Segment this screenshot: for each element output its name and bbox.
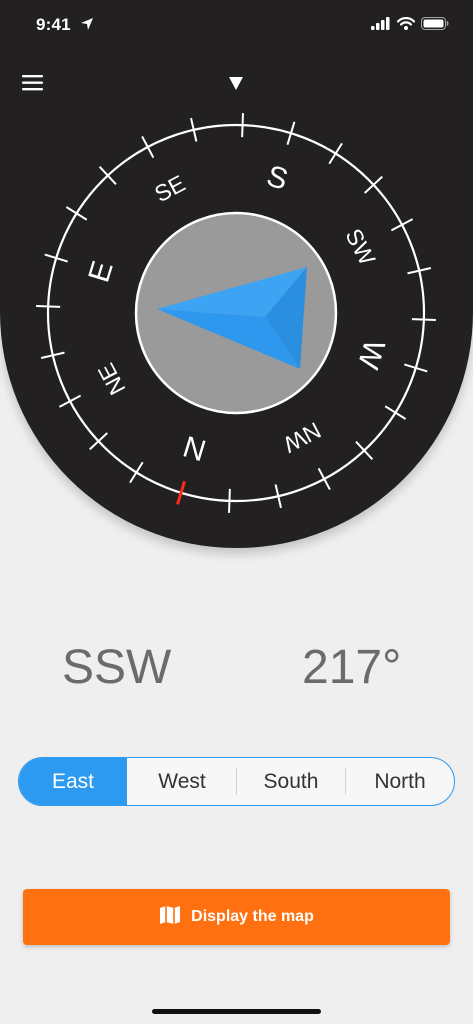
- dial-label-se: SE: [150, 170, 189, 207]
- dial-label-sw: SW: [340, 224, 380, 269]
- heading-degrees: 217°: [302, 641, 402, 694]
- segment-east[interactable]: East: [19, 758, 127, 805]
- map-icon: [159, 905, 181, 930]
- dial-tick: [384, 405, 407, 420]
- dial-label-nw: NW: [279, 417, 325, 458]
- dial-tick: [36, 305, 61, 308]
- dial-tick: [317, 467, 331, 491]
- dial-tick: [58, 394, 82, 408]
- dial-tick: [129, 461, 144, 484]
- dial-label-w: W: [351, 336, 391, 373]
- display-map-label: Display the map: [191, 908, 314, 925]
- direction-text: SSW: [62, 641, 172, 694]
- dial-tick: [228, 488, 231, 513]
- dial-label-n: N: [180, 429, 210, 467]
- direction-segmented-control: East West South North: [18, 757, 455, 806]
- dial-tick: [241, 113, 244, 138]
- segment-west[interactable]: West: [128, 758, 236, 805]
- segment-north[interactable]: North: [346, 758, 454, 805]
- segment-south[interactable]: South: [237, 758, 345, 805]
- dial-tick: [390, 218, 414, 232]
- dial-tick: [65, 206, 88, 221]
- dial-tick: [141, 135, 155, 159]
- dial-label-e: E: [82, 257, 119, 286]
- display-map-button[interactable]: Display the map: [23, 889, 450, 945]
- home-indicator: [152, 1009, 321, 1014]
- compass-dial: NESWNESESWNW: [36, 113, 436, 513]
- dial-tick: [328, 142, 343, 165]
- dial-label-s: S: [263, 159, 292, 196]
- dial-label-ne: NE: [93, 359, 131, 399]
- dial-tick: [411, 318, 436, 321]
